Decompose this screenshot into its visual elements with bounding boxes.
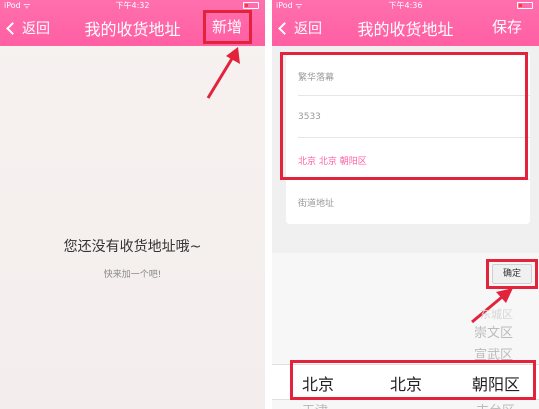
status-time: 下午4:36 bbox=[388, 1, 423, 10]
picker-row-district[interactable]: 崇文区 bbox=[474, 322, 513, 341]
pointer-arrow-icon bbox=[206, 47, 240, 99]
nav-bar: iPod ᯤ 下午4:36 返回 我的收货地址 保存 bbox=[272, 0, 539, 46]
empty-state-message: 您还没有收货地址哦~ bbox=[63, 239, 202, 255]
highlight-box-picker bbox=[290, 360, 536, 400]
panel-divider bbox=[265, 0, 272, 409]
street-field[interactable]: 街道地址 bbox=[298, 180, 530, 222]
battery-icon bbox=[243, 2, 259, 9]
empty-state-hint: 快来加一个吧! bbox=[103, 270, 162, 280]
save-button[interactable]: 保存 bbox=[492, 16, 522, 37]
right-screen: iPod ᯤ 下午4:36 返回 我的收货地址 保存 繁华落幕 3533 北京 … bbox=[272, 0, 539, 409]
picker-row-district[interactable]: 东城区 bbox=[480, 306, 513, 322]
highlight-box-add bbox=[203, 10, 252, 44]
battery-icon bbox=[517, 2, 533, 9]
picker-row-district[interactable]: 丰台区 bbox=[476, 400, 515, 409]
status-bar: iPod ᯤ 下午4:36 bbox=[272, 0, 539, 12]
picker-row-province[interactable]: 天津 bbox=[302, 400, 328, 409]
highlight-box-form bbox=[280, 52, 528, 180]
street-placeholder: 街道地址 bbox=[298, 199, 335, 209]
left-screen: iPod ᯤ 下午4:32 返回 我的收货地址 新增 您还没有收货地址哦~ 快来… bbox=[0, 0, 265, 409]
